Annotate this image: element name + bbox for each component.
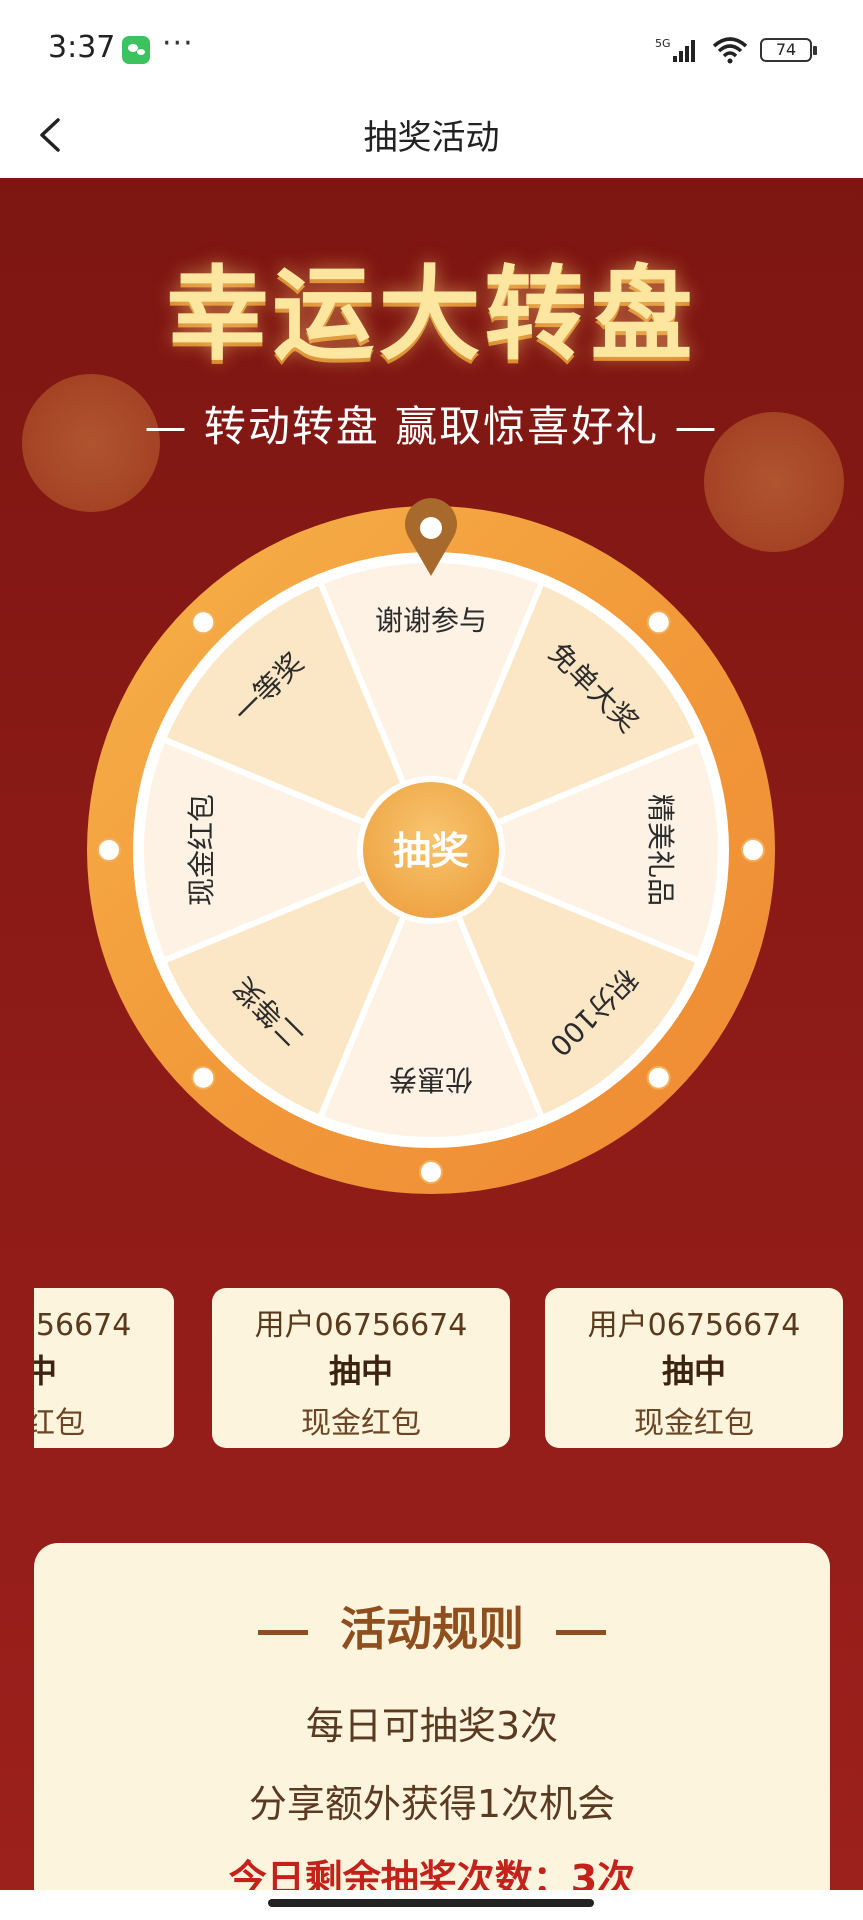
winner-action: 抽中 [328,1352,393,1390]
wifi-icon [712,37,748,64]
nav-bar: 抽奖活动 [0,90,863,178]
rule-line: 每日可抽奖3次 [305,1704,559,1748]
home-bar [0,1890,863,1920]
ring-light-dot [191,610,216,635]
page-title: 抽奖活动 [363,118,500,158]
rule-line: 分享额外获得1次机会 [248,1782,616,1826]
ring-light-dot [741,838,765,862]
more-dots-icon: ··· [162,26,194,61]
hero-subtitle: — 转动转盘 赢取惊喜好礼 — [144,402,719,451]
wheel-segment-label: 优惠券 [389,1063,473,1096]
wheel-pointer-icon [405,498,457,576]
rules-title: 活动规则 [340,1602,524,1656]
winner-card: 用户06756674 抽中 现金红包 [34,1288,174,1448]
ring-light-dot [419,1160,443,1184]
winner-user: 用户06756674 [254,1308,468,1343]
ring-light-dot [97,838,121,862]
winner-prize: 现金红包 [634,1406,754,1441]
ring-light-dot [646,610,671,635]
rules-heading: 活动规则 [34,1593,830,1659]
wheel-segment-label: 现金红包 [185,794,218,906]
winner-card: 用户06756674 抽中 现金红包 [212,1288,510,1448]
ring-light-dot [191,1065,216,1090]
battery-icon: 74 [760,38,817,62]
winner-action: 抽中 [661,1352,726,1390]
status-time: 3:37 [48,30,116,65]
wheel-segment-label: 谢谢参与 [375,604,487,637]
winner-user: 用户06756674 [587,1308,801,1343]
wheel-graphic: 谢谢参与免单大奖精美礼品积分100优惠券二等奖现金红包一等奖 抽奖 [87,506,775,1194]
main-content: 幸运大转盘 — 转动转盘 赢取惊喜好礼 — 谢谢参与 免单大奖 精美礼品 积分100 优… [0,178,863,1890]
winners-ticker: 用户06756674 抽中 现金红包 用户06756674 抽中 现金红包 用户… [34,1288,844,1453]
remaining-count: 今日剩余抽奖次数：3次 [228,1857,636,1890]
wheel-segment-label: 精美礼品 [644,794,677,906]
hero-title: 幸运大转盘 [166,256,697,375]
home-indicator[interactable] [268,1899,594,1907]
rules-panel: 活动规则 每日可抽奖3次 分享额外获得1次机会 今日剩余抽奖次数：3次 [34,1543,830,1890]
heading-dash-right [556,1630,606,1635]
winner-card: 用户06756674 抽中 现金红包 [545,1288,843,1448]
heading-dash-left [258,1630,308,1635]
status-bar: 3:37 ··· 5G 74 [0,0,863,90]
wechat-icon [122,36,150,64]
winner-user: 用户06756674 [34,1308,132,1343]
ring-light-dot [646,1065,671,1090]
winner-prize: 现金红包 [301,1406,421,1441]
spin-button-label[interactable]: 抽奖 [393,829,469,873]
winner-prize: 现金红包 [34,1406,85,1441]
cellular-signal-icon: 5G [655,37,695,62]
prize-wheel[interactable]: 谢谢参与 免单大奖 精美礼品 积分100 优惠券 二等奖 现金红包 一等奖 抽奖 [87,506,775,1194]
winner-action: 抽中 [34,1352,57,1390]
network-type-label: 5G [655,37,671,50]
